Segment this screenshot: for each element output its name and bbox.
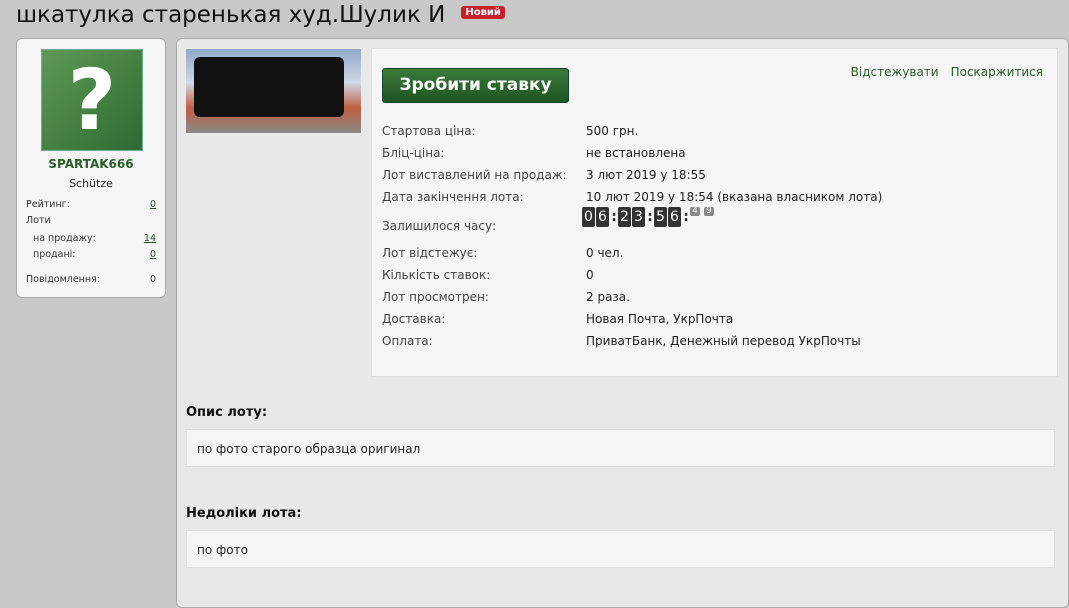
detail-value: 3 лют 2019 у 18:55 bbox=[586, 168, 706, 182]
description-text: по фото старого образца оригинал bbox=[186, 429, 1055, 467]
stat-messages: Повідомлення: 0 bbox=[26, 274, 156, 285]
stat-lots: Лоти bbox=[26, 215, 51, 226]
lot-info: Зробити ставку Відстежувати Поскаржитися … bbox=[371, 48, 1058, 377]
detail-value: 0 bbox=[586, 268, 594, 282]
avatar[interactable]: ? bbox=[41, 49, 143, 151]
stat-rating: Рейтинг: 0 bbox=[26, 199, 156, 210]
detail-value: ПриватБанк, Денежный перевод УкрПочты bbox=[586, 334, 861, 348]
detail-label: Кількість ставок: bbox=[382, 268, 491, 282]
detail-value: 0 чел. bbox=[586, 246, 624, 260]
detail-value: 500 грн. bbox=[586, 124, 639, 138]
detail-label: Стартова ціна: bbox=[382, 124, 476, 138]
place-bid-button[interactable]: Зробити ставку bbox=[382, 68, 569, 103]
detail-value: 2 раза. bbox=[586, 290, 630, 304]
description-heading: Опис лоту: bbox=[186, 405, 268, 420]
report-link[interactable]: Поскаржитися bbox=[951, 65, 1043, 79]
defects-heading: Недоліки лота: bbox=[186, 506, 302, 521]
detail-label: Залишилося часу: bbox=[382, 219, 497, 233]
lot-photo[interactable] bbox=[186, 49, 361, 133]
detail-label: Доставка: bbox=[382, 312, 446, 326]
detail-label: Оплата: bbox=[382, 334, 433, 348]
page-title: шкатулка старенькая худ.Шулик И Новий bbox=[16, 2, 505, 28]
lot-panel: Зробити ставку Відстежувати Поскаржитися … bbox=[176, 38, 1069, 608]
stat-sold: продані: 0 bbox=[33, 249, 156, 260]
detail-label: Дата закінчення лота: bbox=[382, 190, 524, 204]
detail-label: Бліц-ціна: bbox=[382, 146, 445, 160]
user-rank: Schütze bbox=[69, 177, 113, 190]
countdown-timer: 06:23:56:4 9 bbox=[582, 207, 714, 227]
username[interactable]: SPARTAK666 bbox=[17, 157, 165, 171]
defects-text: по фото bbox=[186, 530, 1055, 568]
detail-label: Лот просмотрен: bbox=[382, 290, 489, 304]
detail-label: Лот виставлений на продаж: bbox=[382, 168, 567, 182]
watch-link[interactable]: Відстежувати bbox=[851, 65, 939, 79]
user-card: ? SPARTAK666 Schütze Рейтинг: 0 Лоти на п… bbox=[16, 38, 166, 298]
detail-value: 10 лют 2019 у 18:54 (вказана власником л… bbox=[586, 190, 883, 204]
stat-for-sale: на продажу: 14 bbox=[33, 233, 156, 244]
question-mark-icon: ? bbox=[67, 51, 117, 149]
detail-value: не встановлена bbox=[586, 146, 686, 160]
new-badge: Новий bbox=[461, 6, 505, 19]
detail-label: Лот відстежує: bbox=[382, 246, 478, 260]
detail-value: Новая Почта, УкрПочта bbox=[586, 312, 734, 326]
